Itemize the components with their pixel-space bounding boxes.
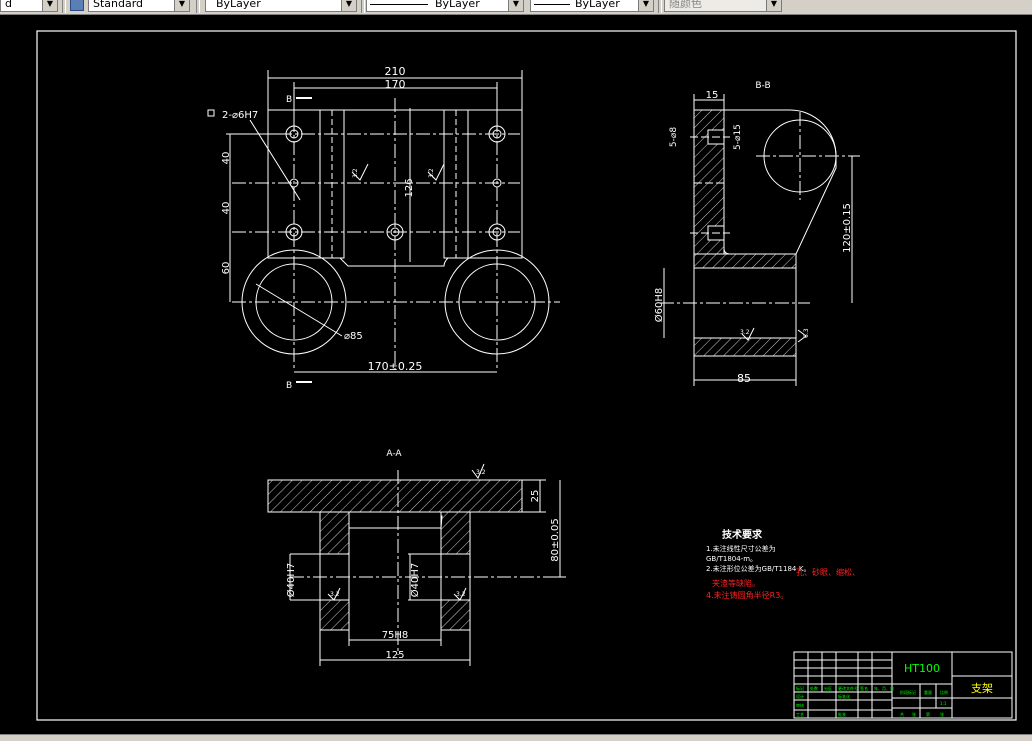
roughness-value-a: 3.2 [352,168,359,178]
note-box-icon [207,109,215,117]
dim-40-a: 40 [221,152,232,165]
dim-170-tol: 170±0.25 [368,360,423,373]
dim-75: 75H8 [382,630,409,641]
drawing-frame [36,30,1017,721]
tb-c11: 比例 [940,689,948,695]
dim-60: 60 [221,262,232,275]
part-name: 支架 [971,682,993,695]
roughness-value-aa-l: 3.2 [330,591,340,598]
section-bb-view [660,94,860,386]
tb-c17: 张 [912,711,916,717]
dim-d60: Ø60H8 [653,288,665,322]
tb-c14: 工艺 [796,712,804,717]
tech-note-line4: 夹渣等缺陷。 [712,578,760,588]
tb-c16: 共 [900,711,904,717]
tb-c13: 审核 [796,702,804,708]
tb-c12: 1:1 [940,701,947,706]
tech-note-line3: 2.未注形位公差为GB/T1184-K。 [706,564,810,573]
tb-c7: 设计 [796,693,804,699]
tb-c1: 标记 [796,685,804,691]
dim-40-b: 40 [221,202,232,215]
technical-requirements: 技术要求 1.未注线性尺寸公差为 GB/T1804-m。 2.未注形位公差为GB… [706,528,860,600]
drawing-canvas[interactable]: 210 170 B B 2-⌀6H7 40 40 60 126 ⌀85 170±… [0,0,1032,740]
tech-notes-title: 技术要求 [722,528,763,541]
tech-note-line3-red: 孔、砂眼、缩松、 [796,567,860,577]
tb-c19: 张 [940,711,944,717]
dim-5-d15: 5-⌀15 [733,124,743,150]
dim-126: 126 [404,178,415,197]
tb-c10: 重量 [924,689,932,695]
section-bb-title: B-B [755,81,770,91]
tb-c5: 签名 [860,685,868,691]
tb-c6: 年、月、日 [874,685,894,691]
tb-c4: 更改文件号 [838,685,858,691]
dim-170-top: 170 [385,78,406,91]
section-mark-top: B [286,95,292,105]
front-view [226,70,560,383]
tb-c3: 分区 [824,685,832,691]
tb-c9: 阶段标记 [900,689,916,695]
tech-note-line1: 1.未注线性尺寸公差为 [706,544,776,553]
dim-25: 25 [530,490,541,503]
hole-note: 2-⌀6H7 [222,110,258,121]
tb-c2: 处数 [810,685,818,691]
dim-210: 210 [385,65,406,78]
dim-80: 80±0.05 [550,518,561,561]
roughness-value-aa-r: 3.2 [456,591,466,598]
dim-125: 125 [385,650,404,661]
section-mark-bottom: B [286,381,292,391]
dim-15: 15 [706,90,719,101]
tech-note-line2: GB/T1804-m。 [706,555,757,563]
section-aa-title: A-A [386,449,402,459]
dim-85: 85 [737,372,751,385]
dim-d40-right: Ø40H7 [409,563,421,597]
tb-c18: 第 [926,711,930,717]
tb-c8: 标准化 [838,693,850,699]
dim-5-d8: 5-⌀8 [669,127,679,147]
tb-c15: 批准 [838,711,846,717]
dim-120: 120±0.15 [842,203,853,253]
roughness-value-b: 3.2 [428,168,435,178]
material-label: HT100 [904,662,940,675]
roughness-value-bb-b: 6.3 [803,328,810,338]
dim-d40-left: Ø40H7 [285,563,297,597]
dim-d85: ⌀85 [344,331,363,342]
tech-note-line5: 4.未注铸圆角半径R3。 [706,590,788,600]
roughness-value-aa-top: 3.2 [476,469,486,476]
roughness-value-bb-a: 3.2 [740,329,750,336]
